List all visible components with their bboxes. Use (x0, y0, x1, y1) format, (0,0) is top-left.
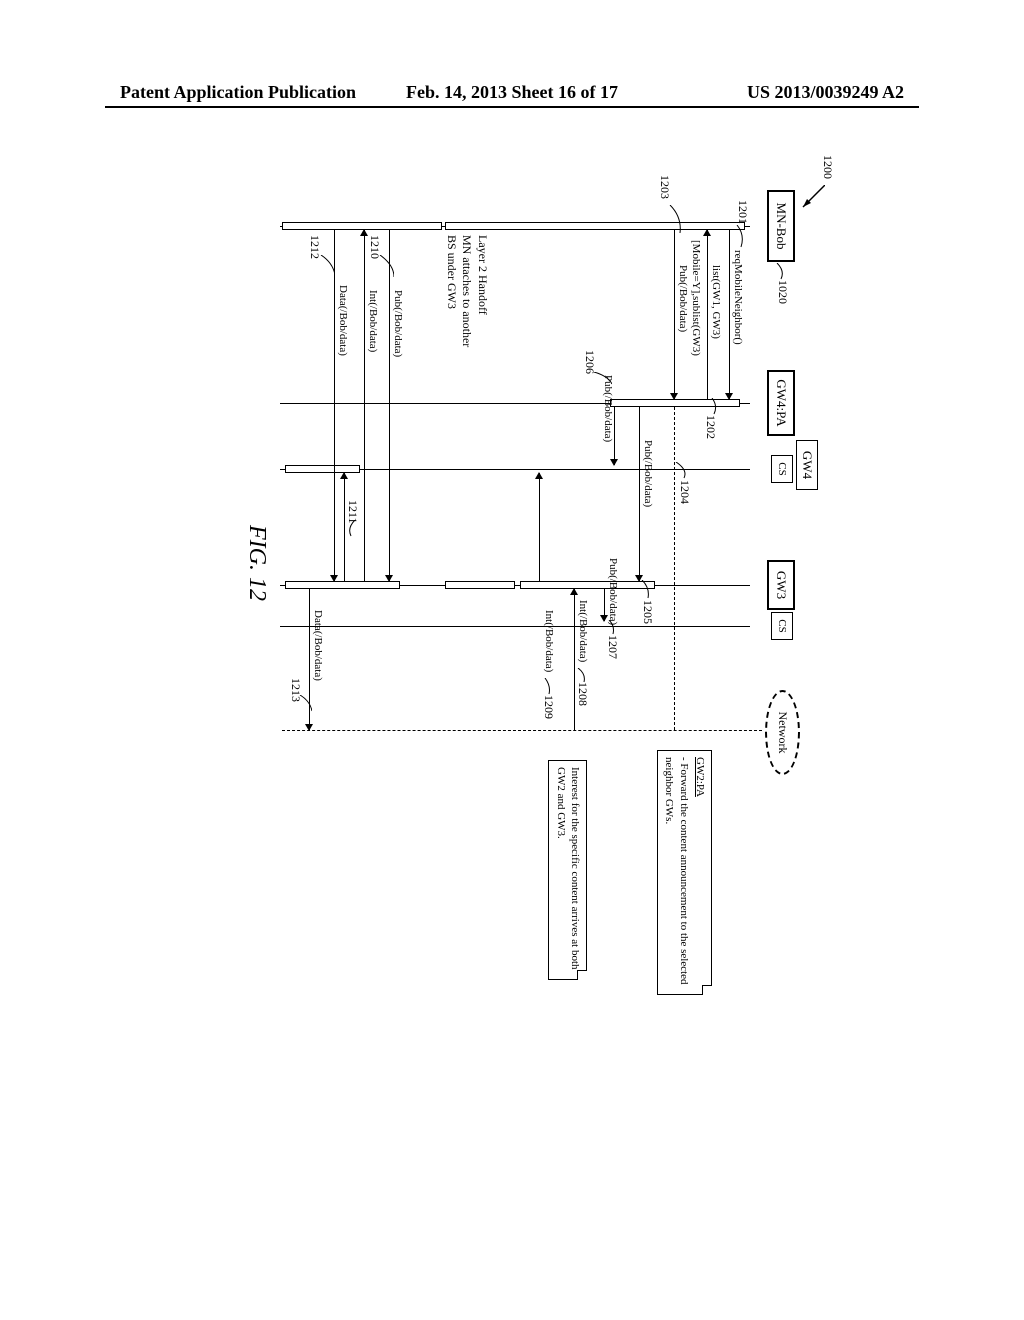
handoff-l3: BS under GW3 (443, 235, 459, 347)
msg-data-1213: Data(/Bob/data) (312, 610, 324, 681)
curve-1212 (319, 255, 335, 277)
msg-pub-1203: Pub(/Bob/data) (677, 265, 689, 332)
arrow-1212 (334, 230, 335, 581)
arrow-1209 (539, 473, 540, 581)
msg-list-gw: list(GW1, GW3) (710, 265, 722, 339)
note-gw2-title: GW2:PA (693, 757, 707, 988)
entity-network: Network (765, 690, 800, 775)
msg-int-back: Int(/Bob/data) (367, 290, 379, 352)
header-right: US 2013/0039249 A2 (643, 82, 904, 103)
dashed-1204 (674, 407, 675, 730)
activation-gw4pa-1 (610, 399, 740, 407)
header-left: Patent Application Publication (120, 82, 381, 103)
msg-sublist: [Mobile=Y],sublist(GW3) (690, 240, 702, 356)
entity-gw3-cs: CS (771, 612, 793, 640)
curve-1201 (731, 225, 745, 250)
curve-1205 (638, 580, 650, 600)
arrow-1203 (674, 230, 675, 399)
entity-gw4-cs: CS (771, 455, 793, 483)
arrow-1202 (707, 230, 708, 399)
curve-1209 (541, 678, 551, 696)
curve-1202 (706, 398, 718, 416)
handoff-label: Layer 2 Handoff MN attaches to another B… (443, 235, 490, 347)
note-interest-body: Interest for the specific content arrive… (553, 767, 582, 973)
ref-1203: 1203 (657, 175, 672, 199)
lifeline-network (282, 730, 762, 731)
arrow-int-back (364, 230, 365, 581)
ref-1020: 1020 (775, 280, 790, 304)
entity-gw4: GW4 (796, 440, 818, 490)
ref-1020-curve (775, 263, 785, 281)
curve-1204 (674, 462, 688, 480)
arrow-1207 (604, 589, 605, 621)
ref-1200-arrow (797, 185, 825, 215)
entity-gw4-pa: GW4:PA (767, 370, 795, 436)
msg-pub-1205: Pub(/Bob/data) (642, 440, 654, 507)
msg-pub-1210: Pub(/Bob/data) (392, 290, 404, 357)
ref-1201: 1201 (735, 200, 750, 224)
handoff-l1: Layer 2 Handoff (474, 235, 490, 347)
curve-1206 (592, 372, 612, 386)
msg-req-neighbor: reqMobileNeighbor() (732, 250, 744, 345)
ref-1204: 1204 (677, 480, 692, 504)
arrow-1201 (729, 230, 730, 399)
entity-gw3: GW3 (767, 560, 795, 610)
note-gw2-body: - Forward the content announcement to th… (662, 757, 691, 988)
activation-gw3-3 (285, 581, 400, 589)
ref-1200: 1200 (820, 155, 835, 179)
curve-1210 (378, 255, 394, 279)
ref-1208: 1208 (575, 682, 590, 706)
msg-pub-1207: Pub(/Bob/data) (607, 558, 619, 625)
header-divider (105, 106, 919, 108)
curve-1203 (668, 205, 682, 235)
activation-mnbob-1 (445, 222, 745, 230)
curve-1207 (605, 620, 615, 636)
handoff-l2: MN attaches to another (459, 235, 475, 347)
lifeline-gw3cs (280, 626, 750, 627)
note-interest: Interest for the specific content arrive… (548, 760, 587, 980)
curve-1211 (343, 520, 355, 538)
entity-mn-bob: MN-Bob (767, 190, 795, 262)
curve-1213 (298, 695, 312, 713)
arrow-1208 (574, 589, 575, 730)
note-gw2pa: GW2:PA - Forward the content announcemen… (657, 750, 712, 995)
header-center: Feb. 14, 2013 Sheet 16 of 17 (381, 82, 642, 103)
ref-1206: 1206 (582, 350, 597, 374)
activation-gw4cs-1 (285, 465, 360, 473)
curve-1208 (574, 668, 586, 684)
sequence-diagram: 1200 MN-Bob GW4:PA GW4 CS GW3 CS Network… (260, 180, 800, 1020)
figure-label: FIG. 12 (243, 525, 270, 601)
msg-int-1209: Int(/Bob/data) (543, 610, 555, 672)
ref-1207: 1207 (605, 635, 620, 659)
arrow-1205 (639, 407, 640, 581)
arrow-1206 (614, 407, 615, 465)
arrow-1210 (389, 230, 390, 581)
msg-int-1208: Int(/Bob/data) (577, 600, 589, 662)
ref-1202: 1202 (703, 415, 718, 439)
ref-1205: 1205 (640, 600, 655, 624)
activation-gw3-1 (520, 581, 655, 589)
activation-gw3-2 (445, 581, 515, 589)
ref-1209: 1209 (541, 695, 556, 719)
msg-data-1212: Data(/Bob/data) (337, 285, 349, 356)
